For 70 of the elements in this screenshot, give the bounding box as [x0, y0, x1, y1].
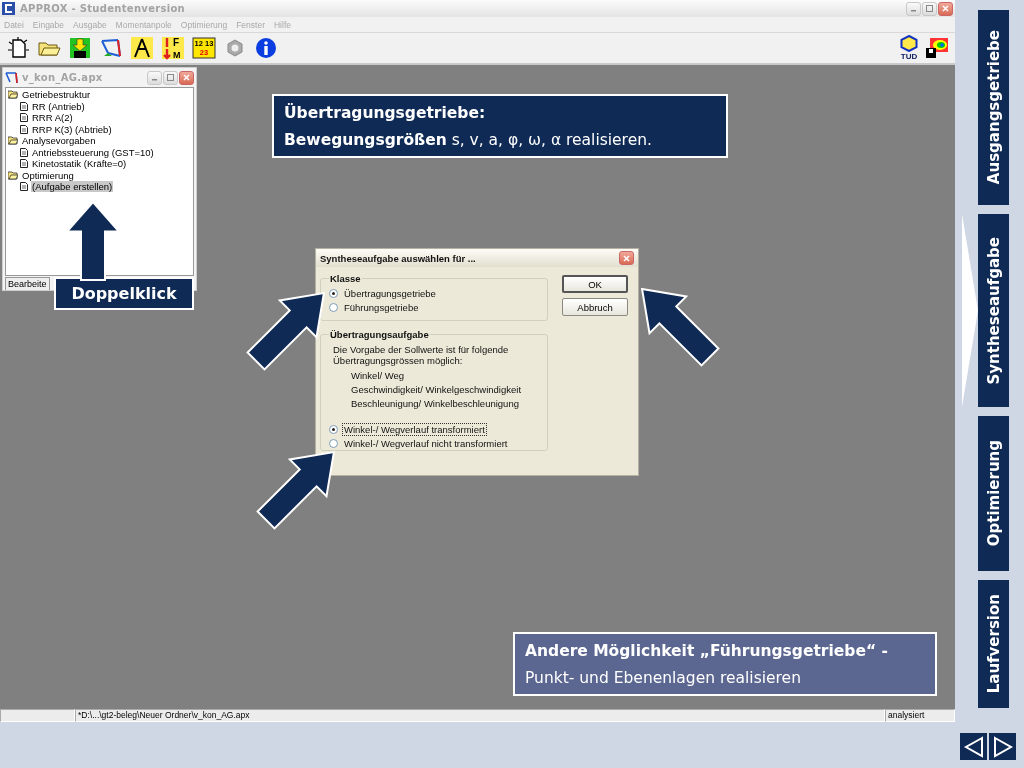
slide-tab[interactable]: Ausgangsgetriebe — [978, 10, 1009, 205]
radio-button[interactable] — [329, 302, 338, 312]
callout-text: Punkt- und Ebenenlagen realisieren — [525, 668, 802, 687]
close-button[interactable] — [179, 70, 194, 85]
tree-item[interactable]: RRP K(3) (Abtrieb) — [31, 123, 113, 135]
folder-icon — [8, 136, 18, 146]
radio-button[interactable] — [329, 424, 338, 434]
radio-label[interactable]: Winkel-/ Wegverlauf transformiert — [343, 423, 486, 435]
radio-label[interactable]: Winkel-/ Wegverlauf nicht transformiert — [343, 437, 509, 449]
tree-item[interactable]: Optimierung — [21, 169, 75, 181]
folder-icon — [8, 170, 18, 180]
callout-text: Bewegungsgrößen s, v, a, φ, ω, α realisieren. — [284, 130, 653, 149]
maximize-icon — [167, 74, 174, 81]
compass-icon[interactable] — [130, 36, 154, 60]
tree-item[interactable]: Getriebestruktur — [21, 89, 92, 101]
window-title: APPROX - Studentenversion — [20, 3, 185, 14]
floppy-download-icon[interactable] — [68, 36, 92, 60]
contour-chart-icon[interactable] — [925, 36, 949, 60]
file-path: *D:\...\gt2-beleg\Neuer Ordner\v_kon_AG.apx — [75, 709, 885, 722]
next-button[interactable] — [989, 733, 1016, 760]
document-icon — [20, 147, 28, 157]
list-item: Geschwindigkeit/ Winkelgeschwindigkeit — [351, 384, 523, 397]
tree-item[interactable]: RR (Antrieb) — [31, 100, 86, 112]
list-item: Beschleunigung/ Winkelbeschleunigung — [351, 398, 520, 411]
close-icon — [942, 5, 949, 12]
radio-button[interactable] — [329, 288, 338, 298]
document-icon — [20, 159, 28, 169]
tree-item[interactable]: Analysevorgaben — [21, 135, 97, 147]
linkage-icon[interactable] — [99, 36, 123, 60]
linkage-icon — [5, 71, 18, 84]
maximize-button[interactable] — [922, 1, 937, 16]
new-document-icon[interactable] — [6, 36, 30, 60]
group-title: Klasse — [329, 273, 362, 284]
close-button[interactable] — [938, 1, 953, 16]
callout-heading: Andere Möglichkeit „Führungsgetriebe“ - — [525, 641, 889, 660]
window-title: v_kon_AG.apx — [22, 72, 103, 83]
document-icon — [20, 182, 28, 192]
status-text: analysiert — [885, 709, 955, 722]
dialog-title: Syntheseaufgabe auswählen für ... — [320, 252, 476, 264]
dialog-button[interactable]: OK — [562, 275, 628, 293]
force-moment-icon[interactable]: F M — [161, 36, 185, 60]
app-icon — [2, 2, 15, 15]
close-icon — [623, 254, 630, 262]
logo-text: TUD — [900, 52, 918, 61]
folder-icon — [8, 90, 18, 100]
tab[interactable]: Bearbeite — [5, 277, 50, 290]
slide-tab[interactable]: Syntheseaufgabe — [978, 214, 1009, 407]
tree-item[interactable]: RRR A(2) — [31, 112, 74, 124]
radio-button[interactable] — [329, 438, 338, 448]
previous-button[interactable] — [960, 733, 987, 760]
close-button[interactable] — [619, 251, 634, 265]
maximize-button[interactable] — [163, 70, 178, 85]
close-icon — [183, 74, 190, 81]
document-icon — [20, 101, 28, 111]
slide-tab[interactable]: Optimierung — [978, 416, 1009, 571]
info-icon[interactable] — [254, 36, 278, 60]
radio-label[interactable]: Führungsgetriebe — [343, 301, 420, 313]
hexagon-logo-icon[interactable] — [899, 35, 919, 52]
tree-item[interactable]: Antriebssteuerung (GST=10) — [31, 146, 155, 158]
slide-tab[interactable]: Laufversion — [978, 580, 1009, 708]
description-text: Die Vorgabe der Sollwerte ist für folgende Übertragungsgrössen möglich: — [333, 344, 510, 366]
group-title: Übertragungsaufgabe — [329, 329, 430, 340]
dialog-button[interactable]: Abbruch — [562, 298, 628, 316]
callout-heading: Übertragungsgetriebe: — [284, 103, 487, 122]
radio-label[interactable]: Übertragungsgetriebe — [343, 287, 437, 299]
callout-label: Doppelklick — [54, 277, 194, 310]
tree-item[interactable]: (Aufgabe erstellen) — [31, 181, 114, 193]
maximize-icon — [926, 5, 933, 12]
list-item: Winkel/ Weg — [351, 370, 406, 383]
tree-item[interactable]: Kinetostatik (Kräfte=0) — [31, 158, 128, 170]
